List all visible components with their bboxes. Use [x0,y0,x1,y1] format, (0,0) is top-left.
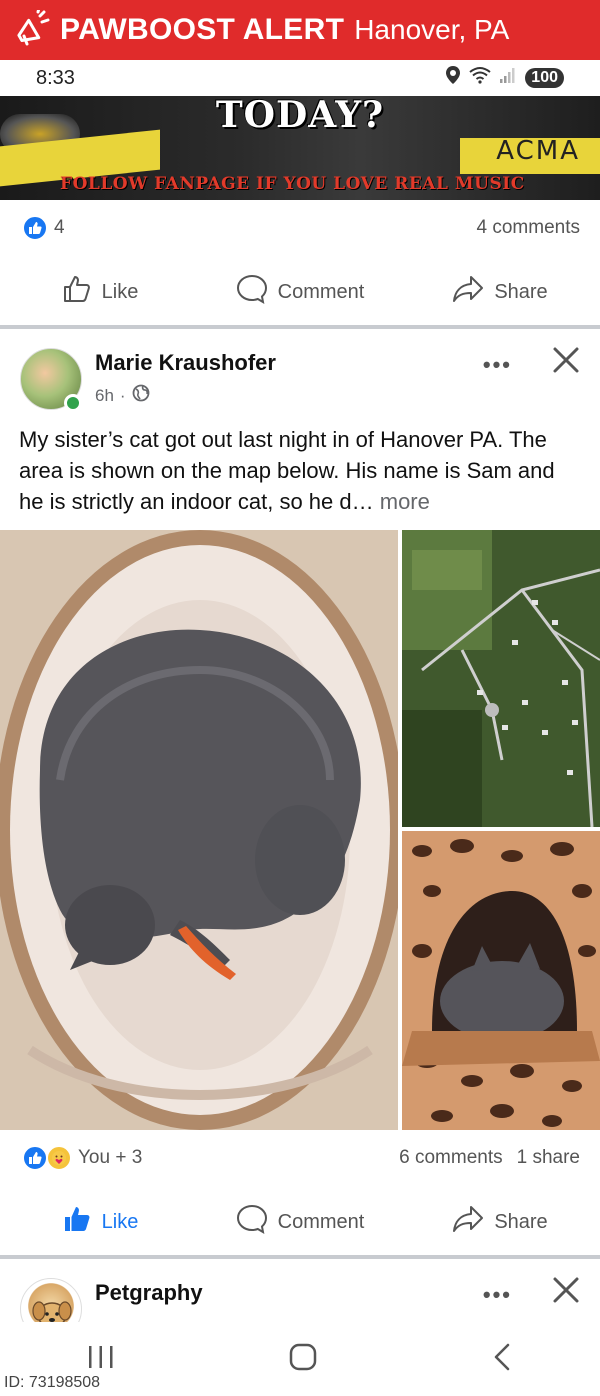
post-text: My sister’s cat got out last night in of… [19,424,584,517]
location-icon [445,65,461,91]
close-icon[interactable] [550,1274,582,1306]
like-label: Like [101,280,139,303]
signal-icon [499,66,517,90]
post-divider [0,1255,600,1259]
status-bar: 8:33 100 [0,60,600,96]
thumbs-up-filled-icon [62,1204,92,1240]
share-arrow-icon [452,274,484,310]
image-watermark: ACMA [496,136,580,166]
area-map-photo[interactable] [402,530,600,827]
reaction-summary[interactable]: You + 3 [78,1147,142,1169]
like-label: Like [101,1210,139,1233]
home-icon[interactable] [288,1342,318,1377]
comment-bubble-icon [236,273,268,311]
like-button[interactable]: Like [0,274,200,310]
post-meta: 6h · [95,384,150,407]
post-body: My sister’s cat got out last night in of… [19,427,555,514]
care-reaction-icon [46,1145,72,1171]
share-button[interactable]: Share [400,274,600,310]
back-icon[interactable] [490,1342,514,1377]
more-options-icon[interactable]: ••• [483,1282,512,1308]
previous-post-image[interactable]: TODAY? ACMA FOLLOW FANPAGE IF YOU LOVE R… [0,96,600,200]
share-label: Share [494,280,548,303]
battery-indicator: 100 [525,68,564,88]
comment-count[interactable]: 4 comments [477,217,580,239]
comment-bubble-icon [236,1203,268,1241]
post-reactions: You + 3 6 comments 1 share [0,1130,600,1186]
alert-brand: PAWBOOST ALERT [60,13,345,46]
like-reaction-icon [22,1145,48,1171]
post-author[interactable]: Marie Kraushofer [95,350,276,376]
alert-banner: PAWBOOST ALERT Hanover, PA [0,0,600,60]
cat-photo-bed[interactable] [0,530,398,1130]
comment-count[interactable]: 6 comments [399,1147,502,1169]
share-label: Share [494,1210,548,1233]
status-time: 8:33 [36,66,75,89]
megaphone-icon [10,8,54,52]
like-reaction-icon [22,215,48,241]
previous-post-reactions: 4 4 comments [0,200,600,256]
wifi-icon [469,66,491,90]
see-more-link[interactable]: more [380,489,430,514]
more-options-icon[interactable]: ••• [483,352,512,378]
post-actions: Like Comment Share [0,1192,600,1252]
share-count[interactable]: 1 share [517,1147,580,1169]
online-status-dot [64,394,82,412]
share-arrow-icon [452,1204,484,1240]
like-button[interactable]: Like [0,1204,200,1240]
post-header: Marie Kraushofer 6h · ••• [0,330,600,412]
post-time[interactable]: 6h [95,386,114,406]
reaction-count[interactable]: 4 [54,217,65,239]
post-author[interactable]: Petgraphy [95,1280,203,1306]
image-banner-text: FOLLOW FANPAGE IF YOU LOVE REAL MUSIC [60,174,525,194]
comment-button[interactable]: Comment [200,1203,400,1241]
recent-apps-icon[interactable] [86,1344,116,1375]
post-divider [0,325,600,329]
avatar[interactable] [20,1278,82,1322]
previous-post-actions: Like Comment Share [0,262,600,322]
comment-label: Comment [277,280,365,303]
meta-separator: · [119,385,126,405]
next-post-header: Petgraphy ••• [0,1260,600,1322]
comment-label: Comment [277,1210,365,1233]
image-headline: TODAY? [215,96,385,136]
share-button[interactable]: Share [400,1204,600,1240]
comment-button[interactable]: Comment [200,273,400,311]
cat-photo-hideout[interactable] [402,831,600,1130]
close-icon[interactable] [550,344,582,376]
screen: PAWBOOST ALERT Hanover, PA 8:33 100 TODA… [0,0,600,1396]
listing-id: ID: 73198508 [4,1374,101,1391]
status-icons: 100 [445,65,564,91]
thumbs-up-icon [62,274,92,310]
globe-icon [132,384,150,407]
alert-location: Hanover, PA [354,14,510,45]
